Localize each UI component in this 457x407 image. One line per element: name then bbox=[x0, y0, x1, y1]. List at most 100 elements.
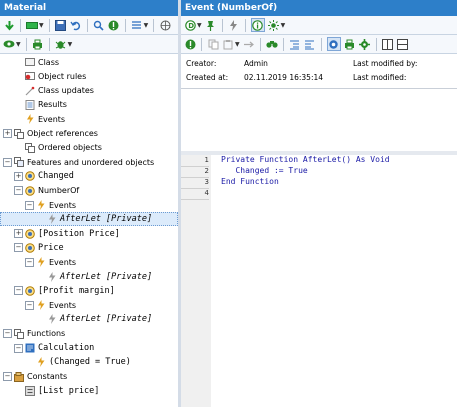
search-icon[interactable] bbox=[93, 19, 105, 31]
panel-title: Material bbox=[0, 0, 178, 16]
code-line[interactable]: End Function bbox=[221, 177, 279, 186]
tree-node-label: Price bbox=[38, 242, 64, 253]
creator-label: Creator: bbox=[186, 59, 217, 68]
save-icon[interactable] bbox=[55, 19, 67, 31]
tree-node[interactable]: − NumberOf bbox=[0, 184, 178, 198]
split-vertical-icon[interactable] bbox=[382, 38, 394, 50]
code-editor[interactable]: 1 2 3 4 Private Function AfterLet() As V… bbox=[181, 155, 457, 407]
tree-node[interactable]: Object rules bbox=[0, 69, 178, 83]
tree-node[interactable]: AfterLet [Private] bbox=[0, 212, 178, 227]
tree-node[interactable]: [List price] bbox=[0, 384, 178, 398]
tree-node[interactable]: + Object references bbox=[0, 127, 178, 141]
expand-icon[interactable]: + bbox=[14, 229, 23, 239]
collapse-icon[interactable]: − bbox=[14, 243, 23, 253]
lightning-icon[interactable] bbox=[228, 19, 240, 31]
tree-node[interactable]: − Events bbox=[0, 298, 178, 312]
expand-icon[interactable]: + bbox=[3, 129, 12, 138]
warning-icon[interactable] bbox=[108, 19, 120, 31]
toolbar-row-1: ▼ ▼ bbox=[0, 16, 178, 35]
line-number: 2 bbox=[181, 167, 209, 178]
tree-node[interactable]: − Events bbox=[0, 255, 178, 269]
print-icon[interactable] bbox=[32, 38, 44, 50]
green-rect-icon[interactable] bbox=[26, 19, 38, 31]
tree-node-label: Ordered objects bbox=[38, 143, 102, 153]
dropdown-caret-icon[interactable]: ▼ bbox=[68, 41, 73, 48]
class-icon bbox=[25, 57, 35, 67]
tree-node[interactable]: + Changed bbox=[0, 169, 178, 183]
sun-icon[interactable] bbox=[268, 19, 280, 31]
print-icon[interactable] bbox=[344, 38, 356, 50]
tree-node-label: Events bbox=[49, 257, 77, 267]
error-icon[interactable] bbox=[184, 38, 196, 50]
binoculars-icon[interactable] bbox=[266, 38, 278, 50]
function-icon bbox=[25, 343, 35, 353]
class-updates-icon bbox=[25, 86, 35, 96]
toolbar-separator bbox=[25, 37, 27, 51]
expand-icon[interactable]: + bbox=[14, 171, 23, 181]
view-toggle-icon[interactable] bbox=[326, 37, 341, 51]
tree-node[interactable]: − Features and unordered objects bbox=[0, 155, 178, 169]
pin-icon[interactable] bbox=[205, 19, 217, 31]
code-line[interactable]: Changed := True bbox=[221, 166, 307, 175]
tree-node[interactable]: − Price bbox=[0, 241, 178, 255]
tree-node-label: Calculation bbox=[38, 343, 95, 353]
toolbar-separator bbox=[124, 18, 126, 32]
collapse-icon[interactable]: − bbox=[14, 186, 23, 196]
dropdown-caret-icon[interactable]: ▼ bbox=[39, 22, 44, 29]
list-icon[interactable] bbox=[131, 19, 143, 31]
dropdown-caret-icon[interactable]: ▼ bbox=[197, 22, 202, 29]
collapse-icon[interactable]: − bbox=[25, 200, 34, 210]
tree-node[interactable]: Class bbox=[0, 55, 178, 69]
collapse-icon[interactable]: − bbox=[3, 157, 12, 167]
compass-icon[interactable] bbox=[159, 19, 171, 31]
toolbar-separator bbox=[48, 37, 50, 51]
eye-icon[interactable] bbox=[3, 38, 15, 50]
settings-icon[interactable] bbox=[359, 38, 371, 50]
collapse-icon[interactable]: − bbox=[3, 372, 12, 382]
description-box[interactable] bbox=[181, 88, 457, 152]
tree-node[interactable]: Class updates bbox=[0, 84, 178, 98]
collapse-icon[interactable]: − bbox=[14, 286, 23, 296]
collapse-icon[interactable]: − bbox=[25, 257, 34, 267]
dropdown-caret-icon[interactable]: ▼ bbox=[16, 41, 21, 48]
editor-toolbar-row-2: ▼ bbox=[181, 35, 457, 54]
info-toggle-icon[interactable] bbox=[250, 18, 265, 32]
tree-node[interactable]: − Constants bbox=[0, 370, 178, 384]
tree-node[interactable]: AfterLet [Private] bbox=[0, 312, 178, 326]
tree-node-label: Class bbox=[38, 57, 60, 67]
toolbar-separator bbox=[259, 37, 261, 51]
dropdown-caret-icon[interactable]: ▼ bbox=[281, 22, 286, 29]
outdent-icon[interactable] bbox=[304, 38, 316, 50]
code-line[interactable]: Private Function AfterLet() As Void bbox=[221, 155, 390, 164]
tree-node-label: Class updates bbox=[38, 86, 94, 96]
tree-node[interactable]: (Changed = True) bbox=[0, 355, 178, 369]
copy-icon[interactable] bbox=[207, 38, 219, 50]
collapse-icon[interactable]: − bbox=[14, 343, 23, 353]
tree-node[interactable]: − Events bbox=[0, 198, 178, 212]
bug-icon[interactable] bbox=[55, 38, 67, 50]
tree-node[interactable]: AfterLet [Private] bbox=[0, 270, 178, 284]
split-horizontal-icon[interactable] bbox=[397, 38, 409, 50]
results-icon bbox=[25, 99, 35, 110]
move-icon[interactable] bbox=[243, 38, 255, 50]
undo-icon[interactable] bbox=[70, 19, 82, 31]
tree-node-label: NumberOf bbox=[38, 186, 80, 196]
tree-node[interactable]: − [Profit margin] bbox=[0, 284, 178, 298]
paste-icon[interactable] bbox=[222, 38, 234, 50]
tree-node[interactable]: − Calculation bbox=[0, 341, 178, 355]
tree-node[interactable]: Results bbox=[0, 98, 178, 112]
material-panel: Material ▼ ▼ ▼ ▼ Class Object rules Class … bbox=[0, 0, 178, 407]
arrow-down-icon[interactable] bbox=[3, 19, 15, 31]
event-icon bbox=[47, 314, 57, 325]
indent-icon[interactable] bbox=[289, 38, 301, 50]
circle-d-icon[interactable]: D bbox=[184, 19, 196, 31]
tree-node[interactable]: Ordered objects bbox=[0, 141, 178, 155]
dropdown-caret-icon[interactable]: ▼ bbox=[144, 22, 149, 29]
collapse-icon[interactable]: − bbox=[3, 329, 12, 339]
tree-node[interactable]: + [Position Price] bbox=[0, 227, 178, 241]
tree-node[interactable]: Events bbox=[0, 112, 178, 126]
tree-node[interactable]: − Functions bbox=[0, 327, 178, 341]
object-references-icon bbox=[14, 128, 24, 139]
dropdown-caret-icon[interactable]: ▼ bbox=[235, 41, 240, 48]
collapse-icon[interactable]: − bbox=[25, 300, 34, 310]
